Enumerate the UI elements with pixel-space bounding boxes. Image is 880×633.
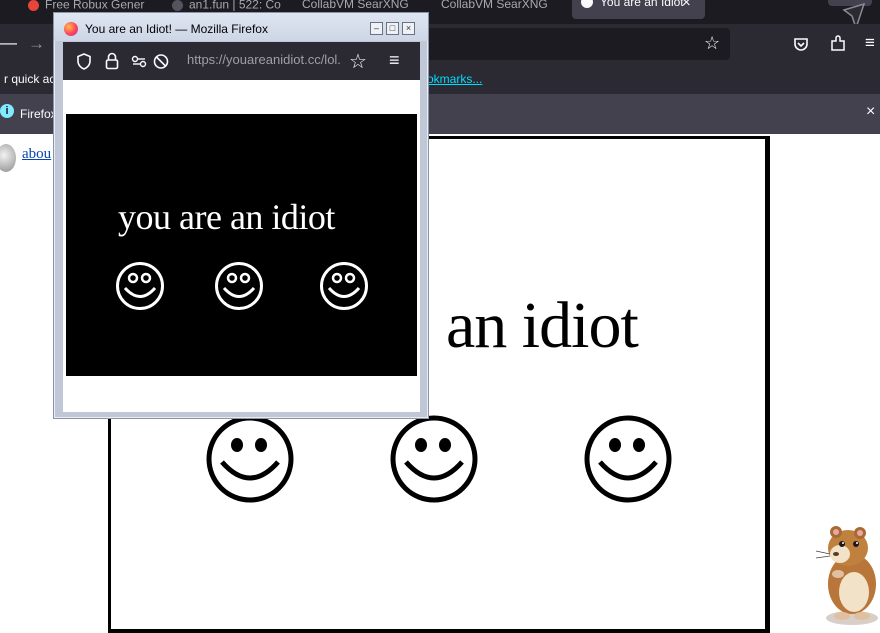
- about-link[interactable]: abou: [22, 146, 51, 163]
- popup-url-toolbar: https://youareanidiot.cc/lol. ☆ ≡: [63, 42, 420, 80]
- tab-searxng-2[interactable]: CollabVM SearXNG: [441, 0, 561, 20]
- bookmark-star-icon[interactable]: ☆: [349, 49, 367, 74]
- tab-close-icon[interactable]: ×: [682, 0, 691, 11]
- smiley-face-icon: [390, 415, 478, 503]
- address-bar[interactable]: ☆: [426, 28, 730, 60]
- tab-you-are-an-idiot[interactable]: You are an Idiot ×: [572, 0, 705, 19]
- info-icon: i: [0, 104, 14, 118]
- tab-label: You are an Idiot: [600, 0, 684, 9]
- back-arrow-icon[interactable]: —: [0, 33, 17, 53]
- page-icon: [172, 0, 183, 11]
- idiot-banner: you are an idiot: [66, 114, 417, 376]
- tab-label: CollabVM SearXNG: [441, 0, 548, 11]
- smiley-face-icon: [215, 262, 263, 310]
- smiley-face-icon: [116, 262, 164, 310]
- maximize-button[interactable]: □: [386, 22, 399, 35]
- close-button[interactable]: ×: [402, 22, 415, 35]
- popup-page-content: you are an idiot: [63, 80, 420, 412]
- tab-label: an1.fun | 522: Co: [189, 0, 281, 12]
- import-bookmarks-link[interactable]: okmarks...: [427, 72, 482, 86]
- popup-titlebar[interactable]: You are an Idiot! — Mozilla Firefox – □ …: [54, 13, 428, 41]
- speaker-icon: [0, 144, 16, 172]
- firefox-logo-icon: [64, 22, 78, 36]
- popup-url-field[interactable]: https://youareanidiot.cc/lol.: [187, 52, 341, 67]
- smiley-face-icon: [584, 415, 672, 503]
- robux-tab-icon: [28, 0, 39, 11]
- pocket-icon[interactable]: [793, 36, 809, 52]
- popup-page-title: you are an idiot: [118, 197, 335, 237]
- shield-icon[interactable]: [76, 53, 92, 70]
- smiley-face-icon: [206, 415, 294, 503]
- tab-label: CollabVM SearXNG: [302, 0, 409, 11]
- permissions-icon[interactable]: [131, 53, 171, 70]
- minimize-button[interactable]: –: [370, 22, 383, 35]
- menu-icon[interactable]: ≡: [389, 50, 400, 71]
- notification-close-icon[interactable]: ×: [866, 103, 875, 121]
- big-page-title: an idiot: [446, 289, 639, 362]
- popup-window[interactable]: You are an Idiot! — Mozilla Firefox – □ …: [53, 12, 429, 419]
- popup-window-title: You are an Idiot! — Mozilla Firefox: [85, 22, 268, 36]
- extensions-icon[interactable]: [829, 35, 847, 53]
- menu-icon[interactable]: ≡: [865, 33, 875, 53]
- tab-label: Free Robux Gener: [45, 0, 145, 12]
- notification-text: Firefox: [20, 107, 57, 121]
- smiley-tab-icon: [581, 0, 593, 8]
- lock-icon[interactable]: [105, 52, 119, 70]
- smiley-face-icon: [320, 262, 368, 310]
- hamster-image[interactable]: [808, 518, 880, 626]
- bookmark-star-icon[interactable]: ☆: [704, 33, 720, 54]
- forward-arrow-icon[interactable]: →: [28, 34, 45, 54]
